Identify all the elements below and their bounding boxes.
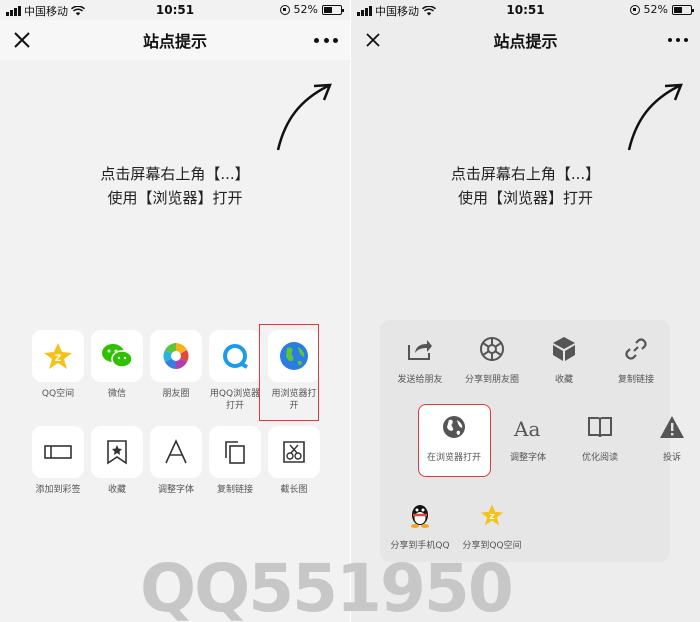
battery-percent: 52% [293, 3, 318, 16]
sheet-reader-mode[interactable]: 优化阅读 [564, 412, 636, 463]
share-add-tag[interactable]: 添加到彩签 [32, 426, 84, 496]
hint-line-2: 使用【浏览器】打开 [457, 189, 593, 207]
pointer-arrow-icon [627, 83, 683, 151]
nav-bar: 站点提示 [351, 20, 700, 60]
sheet-font-size[interactable]: Aa 调整字体 [492, 412, 564, 463]
pointer-arrow-icon [276, 83, 332, 151]
svg-text:Z: Z [489, 512, 494, 521]
qzone-icon: Z [44, 343, 72, 369]
sheet-report[interactable]: 投诉 [636, 412, 700, 463]
moments-icon [480, 337, 504, 361]
hint-line-1: 点击屏幕右上角【...】 [450, 165, 601, 183]
qq-icon [411, 505, 429, 528]
battery-icon [672, 4, 694, 15]
font-icon [165, 439, 187, 464]
book-icon [588, 417, 612, 438]
svg-text:Z: Z [55, 354, 62, 364]
more-menu-button[interactable] [668, 30, 688, 50]
more-menu-button[interactable] [314, 30, 338, 50]
warning-icon [660, 416, 684, 438]
share-favorite[interactable]: 收藏 [91, 426, 143, 496]
sheet-share-moments[interactable]: 分享到朋友圈 [456, 334, 528, 385]
share-font-size[interactable]: 调整字体 [150, 426, 202, 496]
sheet-open-browser[interactable]: 在浏览器打开 [418, 412, 490, 463]
share-moments[interactable]: 朋友圈 [150, 330, 202, 412]
sheet-share-qzone[interactable]: Z 分享到QQ空间 [456, 500, 528, 551]
sheet-favorite[interactable]: 收藏 [528, 334, 600, 385]
font-icon: Aa [513, 417, 540, 439]
svg-text:Aa: Aa [513, 417, 540, 439]
hint-line-1: 点击屏幕右上角【...】 [100, 165, 250, 183]
qzone-icon: Z [480, 504, 504, 526]
highlight-box [259, 324, 319, 421]
hint-text: 点击屏幕右上角【...】 使用【浏览器】打开 [351, 162, 700, 210]
globe-icon [443, 416, 465, 438]
rotation-lock-icon [279, 4, 290, 15]
sheet-send-friend[interactable]: 发送给朋友 [384, 334, 456, 385]
share-icon [408, 340, 432, 360]
sheet-copy-link[interactable]: 复制链接 [600, 334, 672, 385]
status-bar: 中国移动 10:51 52% [351, 0, 700, 20]
battery-icon [322, 4, 344, 15]
share-sheet: 发送给朋友 分享到朋友圈 收藏 复制链接 在浏览器打开 Aa 调整字体 优化阅读… [380, 320, 684, 562]
watermark-text: QQ551950 [140, 550, 514, 622]
phone-screen-left: 中国移动 10:51 52% 站点提示 点击屏幕右上角【...】 使用【浏览器】… [0, 0, 350, 622]
wechat-icon [102, 344, 133, 368]
page-title: 站点提示 [493, 32, 558, 51]
share-qzone[interactable]: Z QQ空间 [32, 330, 84, 412]
bookmark-icon [107, 440, 127, 465]
status-bar: 中国移动 10:51 52% [0, 0, 350, 20]
page-title: 站点提示 [142, 32, 207, 51]
moments-icon [163, 343, 189, 369]
share-long-screenshot[interactable]: 截长图 [268, 426, 320, 496]
close-icon[interactable] [12, 30, 32, 50]
nav-bar: 站点提示 [0, 20, 350, 60]
cube-icon [553, 337, 575, 361]
qq-browser-icon [223, 344, 248, 369]
hint-line-2: 使用【浏览器】打开 [107, 189, 243, 207]
screenshot-icon [283, 441, 305, 463]
share-copy-link[interactable]: 复制链接 [209, 426, 261, 496]
close-icon[interactable] [363, 30, 383, 50]
copy-icon [225, 441, 245, 464]
rotation-lock-icon [629, 4, 640, 15]
sheet-share-qq[interactable]: 分享到手机QQ [384, 500, 456, 551]
battery-percent: 52% [643, 3, 668, 16]
share-qq-browser[interactable]: 用QQ浏览器打开 [209, 330, 261, 412]
hint-text: 点击屏幕右上角【...】 使用【浏览器】打开 [0, 162, 350, 210]
phone-screen-right: 中国移动 10:51 52% 站点提示 点击屏幕右上角【...】 使用【浏览器】… [351, 0, 700, 622]
tag-icon [44, 445, 72, 459]
link-icon [625, 338, 647, 360]
share-wechat[interactable]: 微信 [91, 330, 143, 412]
